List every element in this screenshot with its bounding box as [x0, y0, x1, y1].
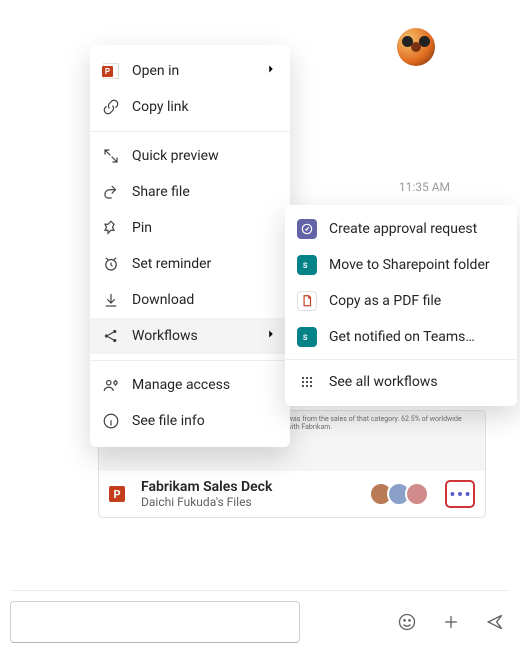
clock-icon: [102, 255, 120, 273]
powerpoint-icon: P: [109, 481, 131, 507]
menu-workflows[interactable]: Workflows: [90, 318, 290, 354]
menu-open-in[interactable]: Open in: [90, 53, 290, 89]
link-icon: [102, 98, 120, 116]
sharepoint-icon: S: [297, 255, 317, 275]
menu-quick-preview[interactable]: Quick preview: [90, 138, 290, 174]
chevron-right-icon: [264, 62, 278, 80]
message-timestamp: 11:35 AM: [399, 180, 450, 194]
pin-icon: [102, 219, 120, 237]
file-title: Fabrikam Sales Deck: [141, 479, 365, 495]
menu-pin[interactable]: Pin: [90, 210, 290, 246]
expand-icon: [102, 147, 120, 165]
menu-set-reminder[interactable]: Set reminder: [90, 246, 290, 282]
menu-copy-link[interactable]: Copy link: [90, 89, 290, 125]
download-icon: [102, 291, 120, 309]
menu-manage-access[interactable]: Manage access: [90, 367, 290, 403]
menu-share-file[interactable]: Share file: [90, 174, 290, 210]
share-nodes-icon: [102, 327, 120, 345]
chat-area: 11:35 AM Fabrikam's worldwide sales topp…: [10, 10, 510, 570]
compose-input[interactable]: [10, 601, 300, 643]
svg-text:S: S: [303, 261, 308, 270]
workflow-get-notified[interactable]: S Get notified on Teams…: [285, 319, 517, 355]
message-composer: [10, 590, 510, 642]
pdf-icon: [297, 291, 317, 311]
svg-text:S: S: [303, 333, 308, 342]
info-icon: [102, 412, 120, 430]
menu-see-file-info[interactable]: See file info: [90, 403, 290, 439]
file-more-options-button[interactable]: [445, 480, 475, 508]
file-info-row: P Fabrikam Sales Deck Daichi Fukuda's Fi…: [99, 471, 485, 517]
workflow-see-all[interactable]: See all workflows: [285, 364, 517, 400]
workflow-create-approval[interactable]: Create approval request: [285, 211, 517, 247]
workflows-submenu: Create approval request S Move to Sharep…: [285, 205, 517, 406]
add-attachment-button[interactable]: [440, 611, 462, 633]
shared-with-avatars: [375, 482, 429, 506]
chevron-right-icon: [264, 327, 278, 345]
manage-access-icon: [102, 376, 120, 394]
powerpoint-icon: [102, 62, 120, 80]
workflow-move-sharepoint[interactable]: S Move to Sharepoint folder: [285, 247, 517, 283]
file-context-menu: Open in Copy link Quick preview: [90, 45, 290, 447]
send-button[interactable]: [484, 611, 506, 633]
grid-icon: [297, 372, 317, 392]
emoji-button[interactable]: [396, 611, 418, 633]
workflow-copy-pdf[interactable]: Copy as a PDF file: [285, 283, 517, 319]
file-subtitle: Daichi Fukuda's Files: [141, 495, 365, 509]
menu-download[interactable]: Download: [90, 282, 290, 318]
share-arrow-icon: [102, 183, 120, 201]
sender-avatar: [397, 28, 435, 66]
approvals-icon: [297, 219, 317, 239]
sharepoint-icon: S: [297, 327, 317, 347]
